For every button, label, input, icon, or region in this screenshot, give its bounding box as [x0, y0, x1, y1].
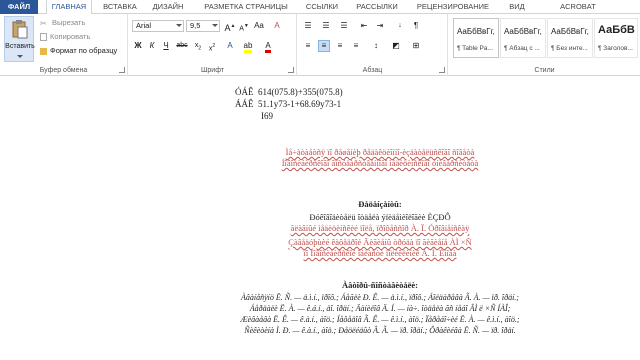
italic-button[interactable]: К	[146, 40, 158, 52]
align-right-icon[interactable]: ≡	[334, 40, 346, 52]
style-table-paragraph[interactable]: АаБбВвГг, ¶ Table Pa...	[453, 18, 499, 58]
scissors-icon: ✂	[40, 18, 47, 28]
align-center-icon[interactable]: ≡	[318, 40, 330, 52]
bullets-icon[interactable]: ☰	[302, 20, 314, 32]
justify-icon[interactable]: ≡	[350, 40, 362, 52]
change-case-button[interactable]: Aa	[253, 20, 265, 32]
strikethrough-button[interactable]: abc	[176, 40, 188, 52]
borders-icon[interactable]: ⊞	[410, 40, 422, 52]
paragraph-group: ☰ ☰ ☰ ⇤ ⇥ ↓ ¶ ≡ ≡ ≡ ≡ ↕ ◩ ⊞ Абзац	[298, 14, 448, 76]
authors-line-1: Àâàíåñÿíö Ë. Ñ. — ä.ì.í., ïðîô.; Áåãëè Ð…	[241, 293, 519, 302]
style-list-paragraph[interactable]: АаБбВвГг, ¶ Абзац с ...	[500, 18, 546, 58]
author-mark: I69	[261, 111, 273, 121]
font-size-select[interactable]: 9,5	[186, 20, 220, 32]
paste-button[interactable]: Вставить	[4, 16, 35, 62]
approval-line-1: Ìå÷àòàåòñÿ ïî ðåøåíèþ ðåäàêöèîííî-èçäàòå…	[285, 147, 475, 157]
shading-icon[interactable]: ◩	[390, 40, 402, 52]
text-effects-button[interactable]: A	[224, 40, 236, 52]
sort-icon[interactable]: ↓	[394, 20, 406, 32]
approval-line-2: Íîâîñèáèðñêîãî ãîñóäàðñòâåííîãî ìåäèöèíñ…	[281, 158, 479, 168]
tab-file[interactable]: ФАЙЛ	[0, 0, 38, 14]
font-name-select[interactable]: Arial	[132, 20, 184, 32]
styles-group: АаБбВвГг, ¶ Table Pa... АаБбВвГг, ¶ Абза…	[449, 14, 640, 76]
ribbon: Вставить ✂ Вырезать Копировать Формат по …	[0, 14, 640, 76]
tab-acrobat[interactable]: ACROBAT	[556, 0, 600, 14]
chevron-down-icon	[212, 24, 218, 27]
multilevel-list-icon[interactable]: ☰	[338, 20, 350, 32]
dialog-launcher-icon[interactable]	[119, 67, 125, 73]
numbering-icon[interactable]: ☰	[320, 20, 332, 32]
tab-page-layout[interactable]: РАЗМЕТКА СТРАНИЦЫ	[200, 0, 292, 14]
tab-insert[interactable]: ВСТАВКА	[98, 0, 142, 14]
format-painter-button[interactable]: Формат по образцу	[40, 46, 117, 55]
tab-review[interactable]: РЕЦЕНЗИРОВАНИЕ	[412, 0, 494, 14]
document-page[interactable]: ÓÁÊ 614(075.8)+355(075.8) ÁÁÊ 51.1у73-1+…	[0, 77, 640, 360]
paintbrush-icon	[40, 47, 47, 55]
paste-label: Вставить	[5, 43, 35, 50]
show-marks-icon[interactable]: ¶	[410, 20, 422, 32]
clear-format-icon[interactable]: A	[271, 20, 283, 32]
reviewer-line-4: ïî Íîâîñèáèðñêîé îáëàñòè ïîëèêëèíèê À. Í…	[303, 248, 457, 258]
line-spacing-icon[interactable]: ↕	[370, 40, 382, 52]
font-group: Arial 9,5 A▲ A▼ Aa A Ж К Ч abc x2 x2 A a…	[129, 14, 297, 76]
dialog-launcher-icon[interactable]	[288, 67, 294, 73]
styles-group-label: Стили	[534, 67, 555, 74]
highlight-button[interactable]: ab	[242, 40, 254, 53]
clipboard-group-label: Буфер обмена	[39, 67, 88, 74]
authors-line-2: Áåðäàëè Ë. À. — ê.á.í., äî. îðäí.; Äàíèë…	[249, 304, 511, 313]
clipboard-icon	[12, 20, 28, 39]
authors-line-4: Ñèêèòèíà Ì. Ð. — ê.à.í., àîö.; Ðåöëéäûò …	[244, 326, 516, 335]
style-no-spacing[interactable]: АаБбВвГг, ¶ Без инте...	[547, 18, 593, 58]
reviewer-line-1: Ðóêîâîäèòåëü îòäåëà ýïèäåìèîëîãèè ÈÇÐÔ	[309, 212, 451, 222]
authors-heading: Àâòîðû-ñîñòàâèòåëè:	[341, 280, 419, 290]
reviewer-line-2: ãëàâíûé ìåäèöèíñêèé ïîëå, ïðîôåññîð À. Ï…	[290, 223, 470, 233]
copy-icon	[40, 33, 47, 42]
bold-button[interactable]: Ж	[132, 40, 144, 52]
tab-design[interactable]: ДИЗАЙН	[148, 0, 188, 14]
decrease-indent-icon[interactable]: ⇤	[358, 20, 370, 32]
align-left-icon[interactable]: ≡	[302, 40, 314, 52]
style-heading[interactable]: АаБбВ ¶ Заголов...	[594, 18, 638, 58]
bbk-line: ÁÁÊ 51.1у73-1+68.69у73-1	[235, 99, 342, 109]
tab-home[interactable]: ГЛАВНАЯ	[46, 0, 92, 15]
chevron-down-icon	[17, 55, 23, 58]
clipboard-group: Вставить ✂ Вырезать Копировать Формат по …	[0, 14, 128, 76]
superscript-button[interactable]: x2	[206, 40, 218, 52]
ribbon-tabs: ФАЙЛ ГЛАВНАЯ ВСТАВКА ДИЗАЙН РАЗМЕТКА СТР…	[0, 0, 640, 15]
authors-line-3: Æèâàåâà Ë. Ê. — ê.à.í., àîö.; Íåôåäîâ Ã.…	[240, 315, 520, 324]
subscript-button[interactable]: x2	[192, 40, 204, 52]
tab-view[interactable]: ВИД	[504, 0, 530, 14]
chevron-down-icon	[176, 24, 182, 27]
copy-button[interactable]: Копировать	[40, 32, 90, 42]
reviewers-heading: Ðåöåíçåíòû:	[358, 199, 402, 209]
cut-button[interactable]: ✂ Вырезать	[40, 18, 85, 28]
shrink-font-button[interactable]: A▼	[238, 20, 250, 32]
font-color-button[interactable]: A	[262, 40, 274, 53]
paragraph-group-label: Абзац	[362, 67, 383, 74]
font-group-label: Шрифт	[200, 67, 225, 74]
tab-mailings[interactable]: РАССЫЛКИ	[352, 0, 402, 14]
increase-indent-icon[interactable]: ⇥	[374, 20, 386, 32]
tab-references[interactable]: ССЫЛКИ	[302, 0, 342, 14]
grow-font-button[interactable]: A▲	[224, 20, 236, 33]
udc-line: ÓÁÊ 614(075.8)+355(075.8)	[235, 87, 343, 97]
dialog-launcher-icon[interactable]	[439, 67, 445, 73]
underline-button[interactable]: Ч	[160, 40, 172, 52]
reviewer-line-3: Çàâåäóþùèé êàôåäðîé Ãèãèåíû òðóäà ïî ãèã…	[288, 237, 472, 247]
